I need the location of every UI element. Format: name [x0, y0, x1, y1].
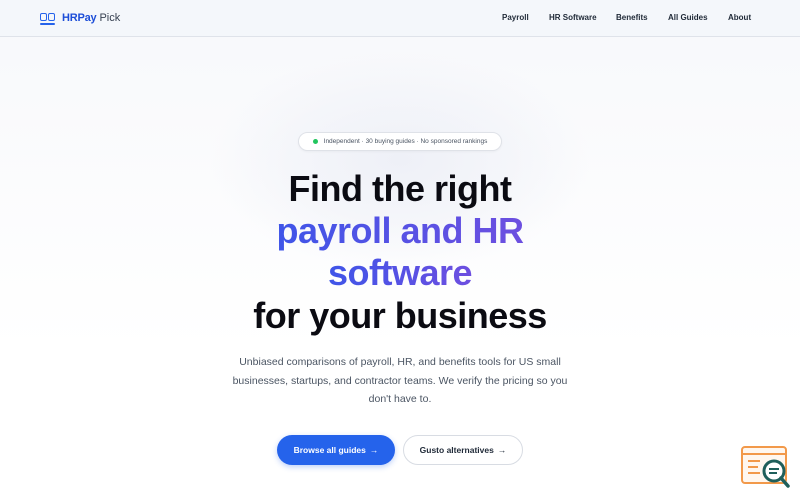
nav-payroll[interactable]: Payroll: [502, 13, 529, 22]
browse-guides-label: Browse all guides: [293, 445, 366, 455]
headline-line-4: for your business: [253, 295, 547, 336]
trust-badge: Independent · 30 buying guides · No spon…: [298, 132, 502, 151]
hero-subtext: Unbiased comparisons of payroll, HR, and…: [232, 356, 568, 405]
nav-hr-software[interactable]: HR Software: [549, 13, 597, 22]
site-header: HRPay Pick Payroll HR Software Benefits …: [0, 0, 800, 37]
hrpay-logo-icon: [40, 11, 57, 25]
headline-line-3: software: [0, 252, 800, 294]
nav-all-guides[interactable]: All Guides: [668, 13, 708, 22]
arrow-right-icon: →: [369, 445, 379, 455]
browse-guides-button[interactable]: Browse all guides →: [277, 435, 395, 465]
headline-accent-2: payroll and HR: [276, 210, 524, 251]
headline-line-1: Find the right: [288, 168, 512, 209]
nav-benefits[interactable]: Benefits: [616, 13, 648, 22]
trust-badge-text: Independent · 30 buying guides · No spon…: [323, 138, 488, 145]
site-logo[interactable]: HRPay Pick: [40, 10, 120, 26]
search-document-icon[interactable]: [740, 445, 792, 489]
headline-accent-3: software: [327, 252, 473, 293]
logo-text-hrpay: HRPay: [62, 12, 97, 24]
status-dot-icon: [312, 139, 318, 144]
headline-line-2: payroll and HR: [0, 210, 800, 252]
gusto-alternatives-button[interactable]: Gusto alternatives →: [403, 435, 523, 465]
gusto-alternatives-label: Gusto alternatives: [419, 445, 494, 455]
logo-text-pick: Pick: [99, 12, 121, 24]
arrow-right-icon: →: [497, 445, 507, 455]
nav-about[interactable]: About: [728, 13, 751, 22]
